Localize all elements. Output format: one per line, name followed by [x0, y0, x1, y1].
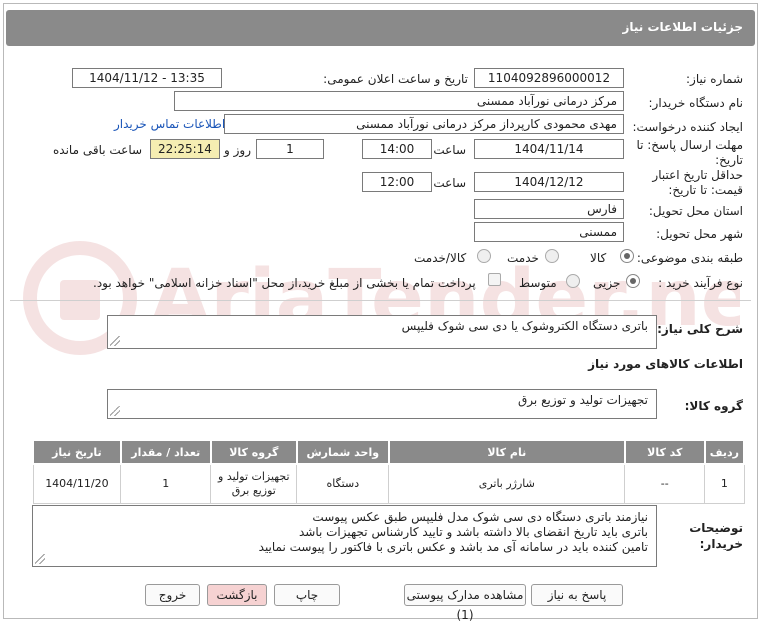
buyer-org-label: نام دستگاه خریدار: — [648, 96, 744, 110]
purchase-type-option-medium: متوسط — [519, 276, 557, 290]
cell-unit: دستگاه — [296, 463, 390, 504]
summary-text: باتری دستگاه الکتروشوک یا دی سی شوک فلیپ… — [401, 319, 648, 333]
treasury-checkbox[interactable] — [488, 273, 501, 286]
reply-deadline-time-field: 14:00 — [362, 139, 432, 159]
price-validity-label: حداقل تاریخ اعتبار — [652, 168, 743, 182]
print-button[interactable]: چاپ — [274, 584, 340, 606]
price-validity-date-field: 1404/12/12 — [474, 172, 624, 192]
summary-label: شرح کلی نیاز: — [657, 322, 743, 336]
remaining-days-field: 1 — [256, 139, 324, 159]
price-validity-label-2: قیمت: تا تاریخ: — [668, 183, 743, 197]
cell-code: -- — [624, 463, 706, 504]
delivery-province-label: استان محل تحویل: — [648, 204, 743, 218]
need-number-label: شماره نیاز: — [686, 72, 743, 86]
exit-button[interactable]: خروج — [145, 584, 200, 606]
category-option-goods-service: کالا/خدمت — [414, 251, 467, 265]
treasury-note: پرداخت تمام یا بخشی از مبلغ خرید،از محل … — [93, 276, 476, 290]
attachments-button[interactable]: مشاهده مدارک پیوستی (1) — [404, 584, 526, 622]
category-radio-service[interactable] — [545, 249, 559, 263]
price-validity-time-label: ساعت — [433, 176, 466, 190]
requester-field: مهدی محمودی کارپرداز مرکز درمانی نورآباد… — [224, 114, 624, 134]
buyer-notes-label-2: خریدار: — [699, 537, 743, 551]
resize-grip-icon[interactable] — [35, 554, 45, 564]
buyer-contact-link[interactable]: اطلاعات تماس خریدار — [114, 117, 225, 131]
category-label: طبقه بندی موضوعی: — [636, 251, 743, 265]
buyer-notes-textarea: نیازمند باتری دستگاه دی سی شوک مدل فلیپس… — [32, 505, 657, 567]
announce-datetime-label: تاریخ و ساعت اعلان عمومی: — [323, 72, 468, 86]
delivery-city-field: ممسنی — [474, 222, 624, 242]
purchase-type-radio-medium[interactable] — [566, 274, 580, 288]
category-option-service: خدمت — [507, 251, 539, 265]
back-button[interactable]: بازگشت — [207, 584, 267, 606]
purchase-type-radio-minor[interactable] — [626, 274, 640, 288]
reply-button[interactable]: پاسخ به نیاز — [531, 584, 623, 606]
category-radio-goods-service[interactable] — [477, 249, 491, 263]
reply-deadline-label-2: تاریخ: — [715, 153, 743, 167]
buyer-notes-line: نیازمند باتری دستگاه دی سی شوک مدل فلیپس… — [312, 510, 648, 524]
page-header: جزئیات اطلاعات نیاز — [6, 10, 755, 46]
cell-name: شارژر باتری — [388, 463, 626, 504]
cell-group-line-2: توزیع برق — [231, 483, 276, 497]
col-qty: تعداد / مقدار — [119, 439, 212, 465]
cell-date: 1404/11/20 — [32, 463, 122, 504]
cell-group: تجهیزات تولید و توزیع برق — [210, 463, 298, 504]
requester-label: ایجاد کننده درخواست: — [632, 120, 743, 134]
table-row: 1 -- شارژر باتری دستگاه تجهیزات تولید و … — [32, 463, 745, 504]
category-option-goods: کالا — [590, 251, 607, 265]
purchase-type-label: نوع فرآیند خرید : — [658, 276, 743, 290]
price-validity-time-field: 12:00 — [362, 172, 432, 192]
page-title: جزئیات اطلاعات نیاز — [622, 20, 743, 34]
col-date: تاریخ نیاز — [32, 439, 122, 465]
remaining-time-label: ساعت باقی مانده — [53, 143, 143, 157]
resize-grip-icon[interactable] — [110, 406, 120, 416]
col-group: گروه کالا — [209, 439, 298, 465]
divider — [10, 300, 751, 301]
resize-grip-icon[interactable] — [110, 336, 120, 346]
reply-deadline-label: مهلت ارسال پاسخ: تا — [636, 138, 743, 152]
goods-section-title: اطلاعات کالاهای مورد نیاز — [588, 357, 743, 371]
goods-group-textarea: تجهیزات تولید و توزیع برق — [107, 389, 657, 419]
buyer-notes-line: تامین کننده باید در سامانه آی مد باشد و … — [258, 540, 648, 554]
remaining-time-field: 22:25:14 — [150, 139, 220, 159]
announce-datetime-field: 1404/11/12 - 13:35 — [72, 68, 222, 88]
table-header-row: ردیف کد کالا نام کالا واحد شمارش گروه کا… — [32, 439, 746, 465]
cell-index: 1 — [704, 463, 745, 504]
delivery-province-field: فارس — [474, 199, 624, 219]
buyer-notes-line: باتری باید تاریخ انقضای بالا داشته باشد … — [298, 525, 648, 539]
buyer-org-field: مرکز درمانی نورآباد ممسنی — [174, 91, 624, 111]
col-unit: واحد شمارش — [295, 439, 390, 465]
cell-group-line-1: تجهیزات تولید و — [218, 469, 290, 483]
delivery-city-label: شهر محل تحویل: — [656, 227, 743, 241]
goods-group-text: تجهیزات تولید و توزیع برق — [518, 393, 648, 407]
col-name: نام کالا — [387, 439, 626, 465]
summary-textarea: باتری دستگاه الکتروشوک یا دی سی شوک فلیپ… — [107, 315, 657, 349]
reply-deadline-date-field: 1404/11/14 — [474, 139, 624, 159]
col-code: کد کالا — [623, 439, 706, 465]
days-and-label: روز و — [224, 143, 251, 157]
category-radio-goods[interactable] — [620, 249, 634, 263]
goods-group-label: گروه کالا: — [684, 399, 743, 413]
col-index: ردیف — [703, 439, 746, 465]
reply-deadline-time-label: ساعت — [433, 143, 466, 157]
need-number-field: 1104092896000012 — [474, 68, 624, 88]
purchase-type-option-minor: جزیی — [593, 276, 621, 290]
items-table: ردیف کد کالا نام کالا واحد شمارش گروه کا… — [32, 439, 746, 504]
cell-qty: 1 — [120, 463, 212, 504]
buyer-notes-label: توضیحات — [689, 521, 743, 535]
